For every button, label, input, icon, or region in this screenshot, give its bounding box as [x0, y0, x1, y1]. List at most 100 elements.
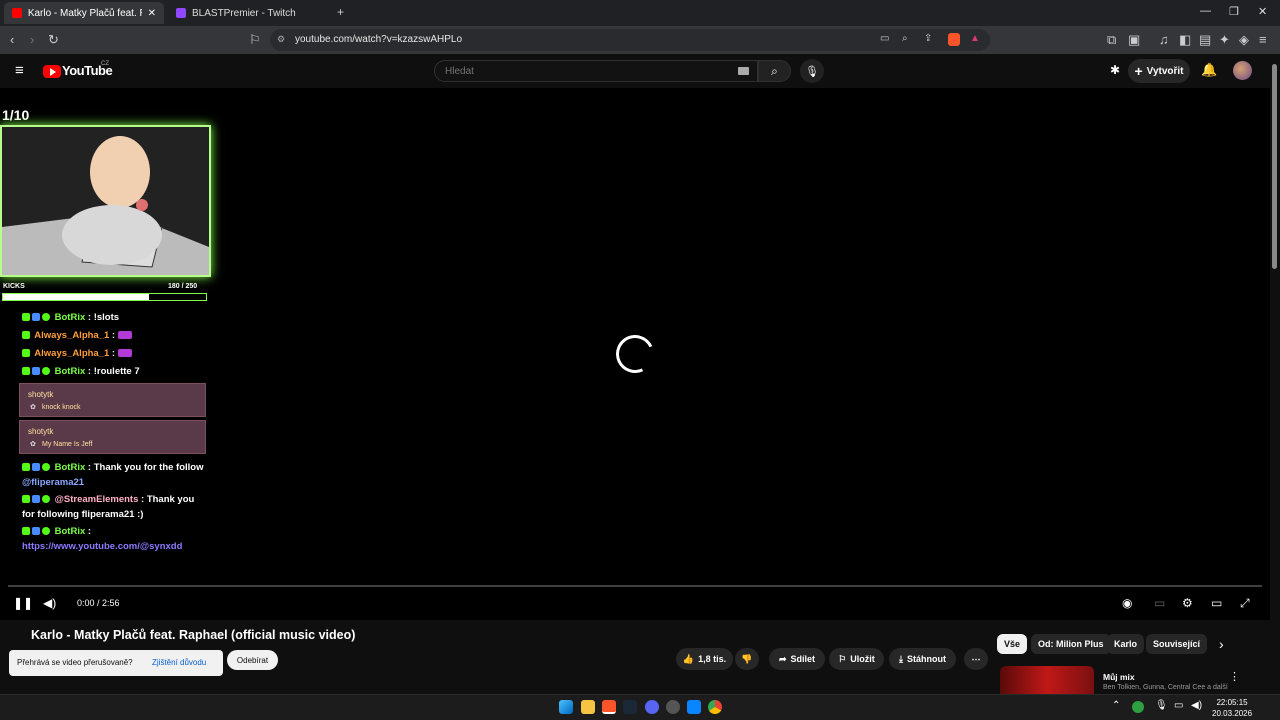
zoom-icon[interactable]: ⌕ [902, 33, 908, 44]
subscribe-button[interactable]: Odebírat [227, 650, 278, 670]
kicks-progress-fill [3, 294, 150, 300]
brave-browser-icon[interactable] [602, 700, 616, 714]
sparkle-icon: ✿ [30, 441, 36, 448]
bookmark-icon[interactable]: ⚐ [249, 32, 261, 48]
chat-username: Always_Alpha_1 [34, 348, 110, 359]
minimize-icon[interactable]: — [1200, 5, 1211, 17]
theater-mode-icon[interactable]: ▭ [1211, 596, 1222, 610]
discord-icon[interactable] [645, 700, 659, 714]
volume-icon[interactable]: ◀) [43, 596, 56, 610]
tab-youtube[interactable]: Karlo - Matky Plačů feat. Raphae ✕ [4, 2, 164, 24]
reload-icon[interactable]: ↻ [48, 32, 59, 48]
chevron-right-icon[interactable]: › [1219, 636, 1224, 652]
speaker-icon[interactable]: ◀) [1191, 700, 1202, 711]
dislike-button[interactable]: 👎 [735, 648, 759, 670]
media-icon[interactable]: ♫ [1159, 32, 1169, 47]
search-input[interactable] [445, 66, 725, 77]
video-progress-bar[interactable] [8, 585, 1262, 587]
steam-icon[interactable] [623, 700, 637, 714]
chat-text: My Name Is Jeff [42, 441, 93, 448]
page-scrollbar[interactable] [1270, 54, 1280, 694]
search-box[interactable] [434, 60, 758, 82]
chat-username: shotytk [28, 390, 54, 399]
mix-thumbnail[interactable] [1000, 666, 1094, 694]
network-icon[interactable]: ▭ [1174, 700, 1183, 711]
menu-icon[interactable]: ≡ [1259, 32, 1267, 47]
tab-twitch[interactable]: BLASTPremier - Twitch [168, 2, 328, 24]
forward-icon[interactable]: › [30, 32, 34, 47]
chat-username: Always_Alpha_1 [34, 330, 110, 341]
start-windows-icon[interactable] [559, 700, 573, 714]
more-actions-button[interactable]: ⋯ [964, 648, 988, 670]
chat-message: Always_Alpha_1 : [22, 348, 134, 359]
avatar[interactable] [1233, 61, 1252, 80]
hamburger-menu-icon[interactable]: ≡ [15, 62, 24, 79]
mod-badge-icon [32, 313, 40, 321]
overlay-counter: 1/10 [2, 107, 30, 123]
notifications-bell-icon[interactable]: 🔔 [1201, 62, 1217, 78]
site-info-icon[interactable]: ⚙ [277, 34, 285, 45]
windows-taskbar: ⌃ 🎙 ▭ ◀) 22:05:15 20.03.2026 [0, 694, 1280, 720]
rewards-icon[interactable]: ▲ [970, 33, 980, 44]
tray-mic-icon[interactable]: 🎙 [1155, 700, 1168, 711]
chat-text: knock knock [42, 404, 81, 411]
address-bar[interactable]: ⚙ youtube.com/watch?v=kzazswAHPLo ▭ ⌕ ⇪ … [270, 29, 990, 51]
share-button[interactable]: ➦ Sdílet [769, 648, 825, 670]
search-button[interactable]: ⌕ [758, 60, 791, 82]
file-explorer-icon[interactable] [581, 700, 595, 714]
kicks-count: 180 / 250 [168, 283, 198, 290]
taskbar-clock[interactable]: 22:05:15 20.03.2026 [1212, 697, 1252, 719]
mix-title[interactable]: Můj mix [1103, 672, 1135, 682]
like-button[interactable]: 👍 1,8 tis. [676, 648, 733, 670]
tab-label: BLASTPremier - Twitch [192, 7, 296, 19]
mod-badge-icon [32, 495, 40, 503]
close-window-icon[interactable]: ✕ [1258, 5, 1267, 18]
tab-search-icon[interactable]: ▣ [1128, 32, 1140, 48]
keyboard-icon[interactable] [738, 67, 749, 75]
pause-icon[interactable]: ❚❚ [13, 596, 33, 610]
app-circle-icon[interactable] [666, 700, 680, 714]
extensions-icon[interactable]: ⧉ [1107, 32, 1116, 48]
chat-username: BotRix [54, 462, 86, 473]
chip-karlo[interactable]: Karlo [1107, 634, 1145, 654]
mix-subtitle: Ben Tolkien, Gunna, Central Cee a další [1103, 684, 1228, 691]
mix-more-icon[interactable]: ⋮ [1229, 670, 1240, 683]
wallet-icon[interactable]: ▤ [1199, 32, 1211, 48]
chip-from-channel[interactable]: Od: Milion Plus [1031, 634, 1111, 654]
share-icon[interactable]: ⇪ [924, 33, 932, 44]
chip-related[interactable]: Související [1146, 634, 1208, 654]
emote-icon [117, 349, 132, 357]
restore-icon[interactable]: ❐ [1229, 5, 1239, 18]
save-button[interactable]: ⚐ Uložit [829, 648, 884, 670]
bookmark-save-icon: ⚐ [838, 653, 847, 664]
chip-all[interactable]: Vše [997, 634, 1028, 654]
tray-chevron-up-icon[interactable]: ⌃ [1112, 700, 1120, 711]
settings-gear-icon[interactable]: ⚙ [1182, 596, 1193, 610]
scrollbar-thumb[interactable] [1272, 64, 1277, 269]
browser-tab-strip: Karlo - Matky Plačů feat. Raphae ✕ BLAST… [0, 0, 1280, 26]
download-button[interactable]: ⤓ Stáhnout [889, 648, 956, 670]
tray-app-icon[interactable] [1132, 701, 1144, 713]
kick-badge-icon [22, 331, 30, 339]
toast-link[interactable]: Zjištění důvodu [152, 658, 206, 667]
mod-badge-icon [32, 527, 40, 535]
youtube-logo-icon[interactable] [43, 65, 61, 78]
voice-search-button[interactable]: 🎙 [800, 59, 824, 83]
verified-badge-icon [42, 313, 50, 321]
cast-icon[interactable]: ▭ [880, 33, 889, 44]
vpn-icon[interactable]: ◈ [1239, 32, 1249, 48]
store-app-icon[interactable] [687, 700, 701, 714]
gear-sparkle-icon[interactable]: ✱ [1110, 63, 1120, 77]
fullscreen-icon[interactable]: ⤢ [1240, 596, 1250, 611]
create-button[interactable]: + Vytvořit [1128, 59, 1190, 83]
chat-mention: @fliperama21 [22, 477, 85, 488]
new-tab-icon[interactable]: + [337, 5, 344, 19]
leo-ai-icon[interactable]: ✦ [1219, 32, 1230, 48]
sidebar-icon[interactable]: ◧ [1179, 32, 1191, 48]
brave-shields-icon[interactable] [948, 33, 960, 46]
back-icon[interactable]: ‹ [10, 32, 14, 47]
chrome-icon[interactable] [708, 700, 722, 714]
autoplay-toggle-icon[interactable]: ◉ [1122, 596, 1132, 610]
close-tab-icon[interactable]: ✕ [148, 8, 156, 19]
subtitles-icon[interactable]: ▭ [1154, 596, 1165, 610]
